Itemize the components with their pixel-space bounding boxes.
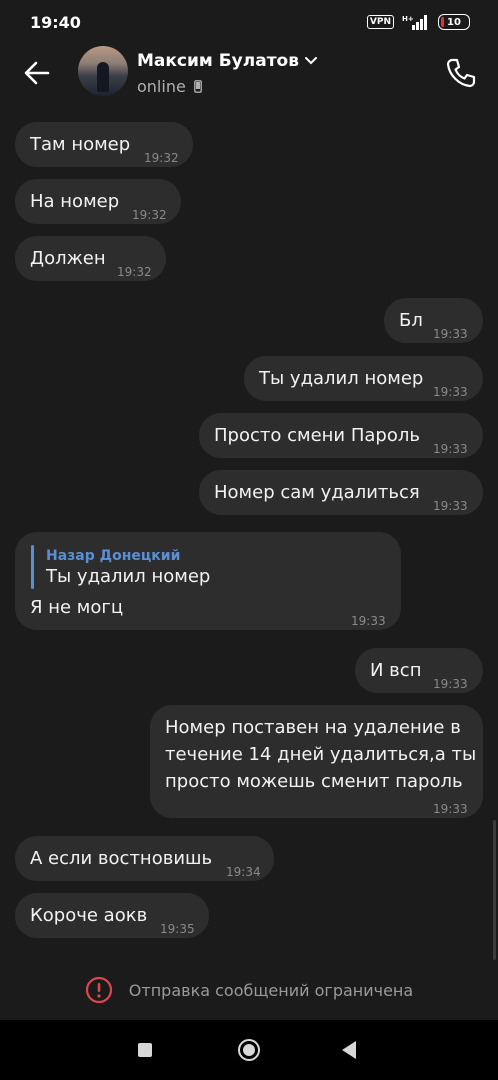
message-bubble-incoming[interactable]: Должен 19:32 — [15, 236, 166, 281]
message-time: 19:32 — [144, 151, 179, 165]
reply-quoted-text[interactable]: Ты удалил номер — [46, 565, 210, 589]
message-list[interactable]: Там номер 19:32 На номер 19:32 Должен 19… — [0, 0, 498, 1080]
message-text: Бл — [399, 310, 423, 331]
message-text: Ты удалил номер — [259, 368, 424, 389]
message-bubble-outgoing[interactable]: Просто смени Пароль 19:33 — [199, 413, 483, 458]
home-icon[interactable] — [238, 1039, 260, 1061]
message-bubble-outgoing[interactable]: И всп 19:33 — [355, 648, 483, 693]
message-text: Короче аокв — [30, 905, 148, 926]
reply-accent-bar — [31, 545, 34, 589]
message-bubble-outgoing-multiline[interactable]: Номер поставен на удаление в течение 14 … — [150, 705, 483, 818]
message-text: Я не могц — [30, 597, 124, 618]
scrollbar[interactable] — [493, 820, 496, 960]
messaging-restricted-banner: Отправка сообщений ограничена — [0, 962, 498, 1018]
message-time: 19:33 — [433, 442, 468, 456]
message-time: 19:33 — [433, 499, 468, 513]
message-bubble-incoming[interactable]: А если востновишь 19:34 — [15, 836, 274, 881]
message-time: 19:35 — [160, 922, 195, 936]
message-time: 19:33 — [351, 614, 386, 628]
message-bubble-incoming[interactable]: Там номер 19:32 — [15, 122, 193, 167]
message-text-line: просто можешь сменит пароль — [165, 771, 463, 792]
message-text: И всп — [370, 660, 422, 681]
message-text: А если востновишь — [30, 848, 213, 869]
message-text: Должен — [30, 248, 106, 269]
message-time: 19:33 — [433, 677, 468, 691]
system-navigation-bar — [0, 1020, 498, 1080]
message-text: На номер — [30, 191, 120, 212]
restriction-text: Отправка сообщений ограничена — [128, 980, 414, 1000]
message-text: Номер сам удалиться — [214, 482, 420, 503]
message-bubble-outgoing[interactable]: Бл 19:33 — [384, 298, 483, 343]
message-time: 19:33 — [433, 385, 468, 399]
message-time: 19:32 — [132, 208, 167, 222]
message-text: Просто смени Пароль — [214, 425, 420, 446]
message-bubble-incoming[interactable]: Короче аокв 19:35 — [15, 893, 209, 938]
recent-apps-icon[interactable] — [138, 1043, 152, 1057]
message-time: 19:33 — [433, 327, 468, 341]
message-time: 19:34 — [226, 865, 261, 879]
message-text: Там номер — [30, 134, 131, 155]
message-bubble-incoming-reply[interactable]: Назар Донецкий Ты удалил номер Я не могц… — [15, 532, 401, 630]
message-bubble-outgoing[interactable]: Номер сам удалиться 19:33 — [199, 470, 483, 515]
message-bubble-outgoing[interactable]: Ты удалил номер 19:33 — [244, 356, 483, 401]
message-text-line: Номер поставен на удаление в — [165, 717, 461, 738]
message-time: 19:33 — [433, 802, 468, 816]
nav-back-icon[interactable] — [342, 1041, 356, 1059]
warning-icon — [85, 976, 112, 1004]
message-text-line: течение 14 дней удалиться,а ты — [165, 744, 477, 765]
message-time: 19:32 — [117, 265, 152, 279]
message-bubble-incoming[interactable]: На номер 19:32 — [15, 179, 181, 224]
